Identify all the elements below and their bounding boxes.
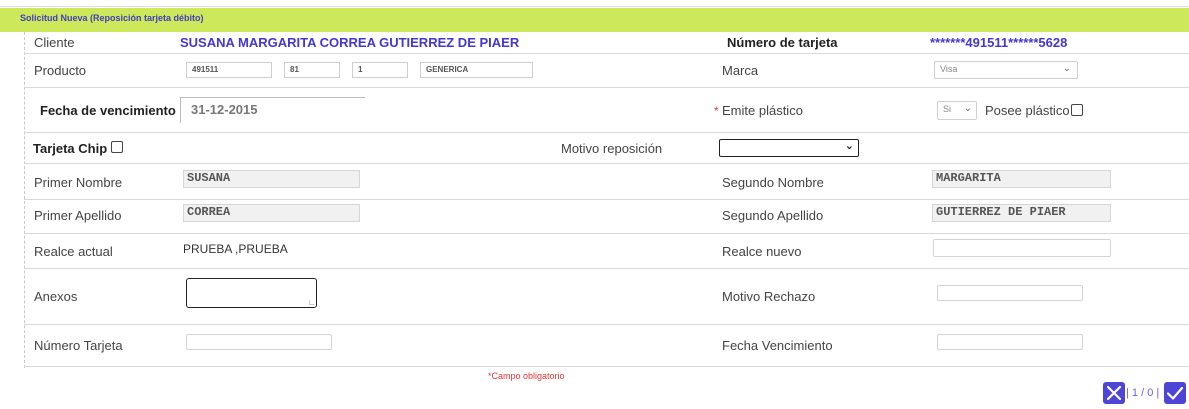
posee-plastico-checkbox[interactable]: [1071, 104, 1083, 116]
segundo-nombre-field[interactable]: MARGARITA: [932, 170, 1111, 188]
cliente-value: SUSANA MARGARITA CORREA GUTIERREZ DE PIA…: [180, 35, 520, 50]
numero-tarjeta-value: *******491511******5628: [930, 35, 1068, 50]
segundo-apellido-label: Segundo Apellido: [722, 208, 824, 223]
emite-plastico-select[interactable]: Si ⌄: [937, 101, 977, 120]
realce-nuevo-label: Realce nuevo: [722, 244, 802, 259]
primer-nombre-field[interactable]: SUSANA: [183, 170, 360, 188]
left-dashed-border: [24, 32, 25, 368]
producto-subtype-field[interactable]: 1: [352, 62, 408, 78]
tarjeta-chip-checkbox[interactable]: [111, 141, 123, 153]
row-divider: [24, 233, 1189, 234]
numero-tarjeta-bottom-label: Número Tarjeta: [34, 338, 123, 353]
tarjeta-chip-label: Tarjeta Chip: [33, 141, 108, 156]
row-divider: [24, 87, 1189, 88]
required-note: *Campo obligatorio: [488, 371, 565, 381]
producto-label: Producto: [34, 63, 87, 78]
primer-nombre-label: Primer Nombre: [34, 175, 123, 190]
marca-select[interactable]: Visa ⌄: [934, 61, 1078, 79]
numero-tarjeta-label: Número de tarjeta: [727, 35, 838, 50]
row-divider: [24, 199, 1189, 200]
form-title: Solicitud Nueva (Reposición tarjeta débi…: [20, 13, 204, 23]
row-divider: [24, 324, 1189, 325]
check-icon: [1166, 386, 1184, 400]
segundo-nombre-label: Segundo Nombre: [722, 175, 824, 190]
close-icon: [1106, 385, 1122, 401]
emite-plastico-selected: Si: [943, 104, 952, 114]
top-divider: [0, 6, 1189, 7]
required-asterisk: *: [714, 104, 719, 118]
fecha-vencimiento-bottom-label: Fecha Vencimiento: [722, 338, 833, 353]
fecha-vencimiento-field[interactable]: 31-12-2015: [180, 97, 365, 123]
pager-indicator: | 1 / 0 |: [1126, 387, 1160, 399]
row-divider: [24, 268, 1189, 269]
producto-name-field[interactable]: GENERICA: [420, 62, 533, 78]
motivo-reposicion-select[interactable]: ⌄: [719, 139, 859, 157]
resize-handle-icon[interactable]: ∟: [308, 298, 316, 307]
motivo-rechazo-label: Motivo Rechazo: [722, 289, 816, 304]
realce-actual-label: Realce actual: [34, 244, 113, 259]
motivo-rechazo-input[interactable]: [937, 285, 1083, 301]
fecha-vencimiento-label: Fecha de vencimiento: [40, 103, 176, 118]
primer-apellido-field[interactable]: CORREA: [183, 204, 360, 222]
emite-plastico-label: Emite plástico: [722, 103, 803, 118]
motivo-reposicion-label: Motivo reposición: [561, 141, 663, 156]
marca-selected: Visa: [940, 64, 958, 74]
confirm-button[interactable]: [1164, 382, 1186, 404]
chevron-down-icon: ⌄: [844, 140, 854, 152]
realce-actual-value: PRUEBA ,PRUEBA: [183, 242, 288, 256]
segundo-apellido-field[interactable]: GUTIERREZ DE PIAER: [932, 204, 1111, 222]
fecha-vencimiento-input[interactable]: [937, 334, 1083, 350]
producto-code-field[interactable]: 81: [284, 62, 340, 78]
row-divider: [24, 132, 1189, 133]
realce-nuevo-input[interactable]: [933, 239, 1111, 257]
numero-tarjeta-input[interactable]: [186, 334, 332, 350]
row-divider: [24, 366, 1189, 367]
row-divider: [24, 53, 1189, 54]
primer-apellido-label: Primer Apellido: [34, 208, 122, 223]
row-divider: [24, 163, 1189, 164]
marca-label: Marca: [722, 63, 759, 78]
anexos-label: Anexos: [34, 289, 78, 304]
chevron-down-icon: ⌄: [963, 103, 972, 114]
posee-plastico-label: Posee plástico: [985, 103, 1070, 118]
producto-bin-field[interactable]: 491511: [186, 62, 272, 78]
cliente-label: Cliente: [34, 35, 75, 50]
anexos-textarea[interactable]: [186, 278, 317, 308]
cancel-button[interactable]: [1103, 382, 1125, 404]
fecha-vencimiento-value: 31-12-2015: [191, 102, 258, 117]
chevron-down-icon: ⌄: [1062, 63, 1071, 74]
